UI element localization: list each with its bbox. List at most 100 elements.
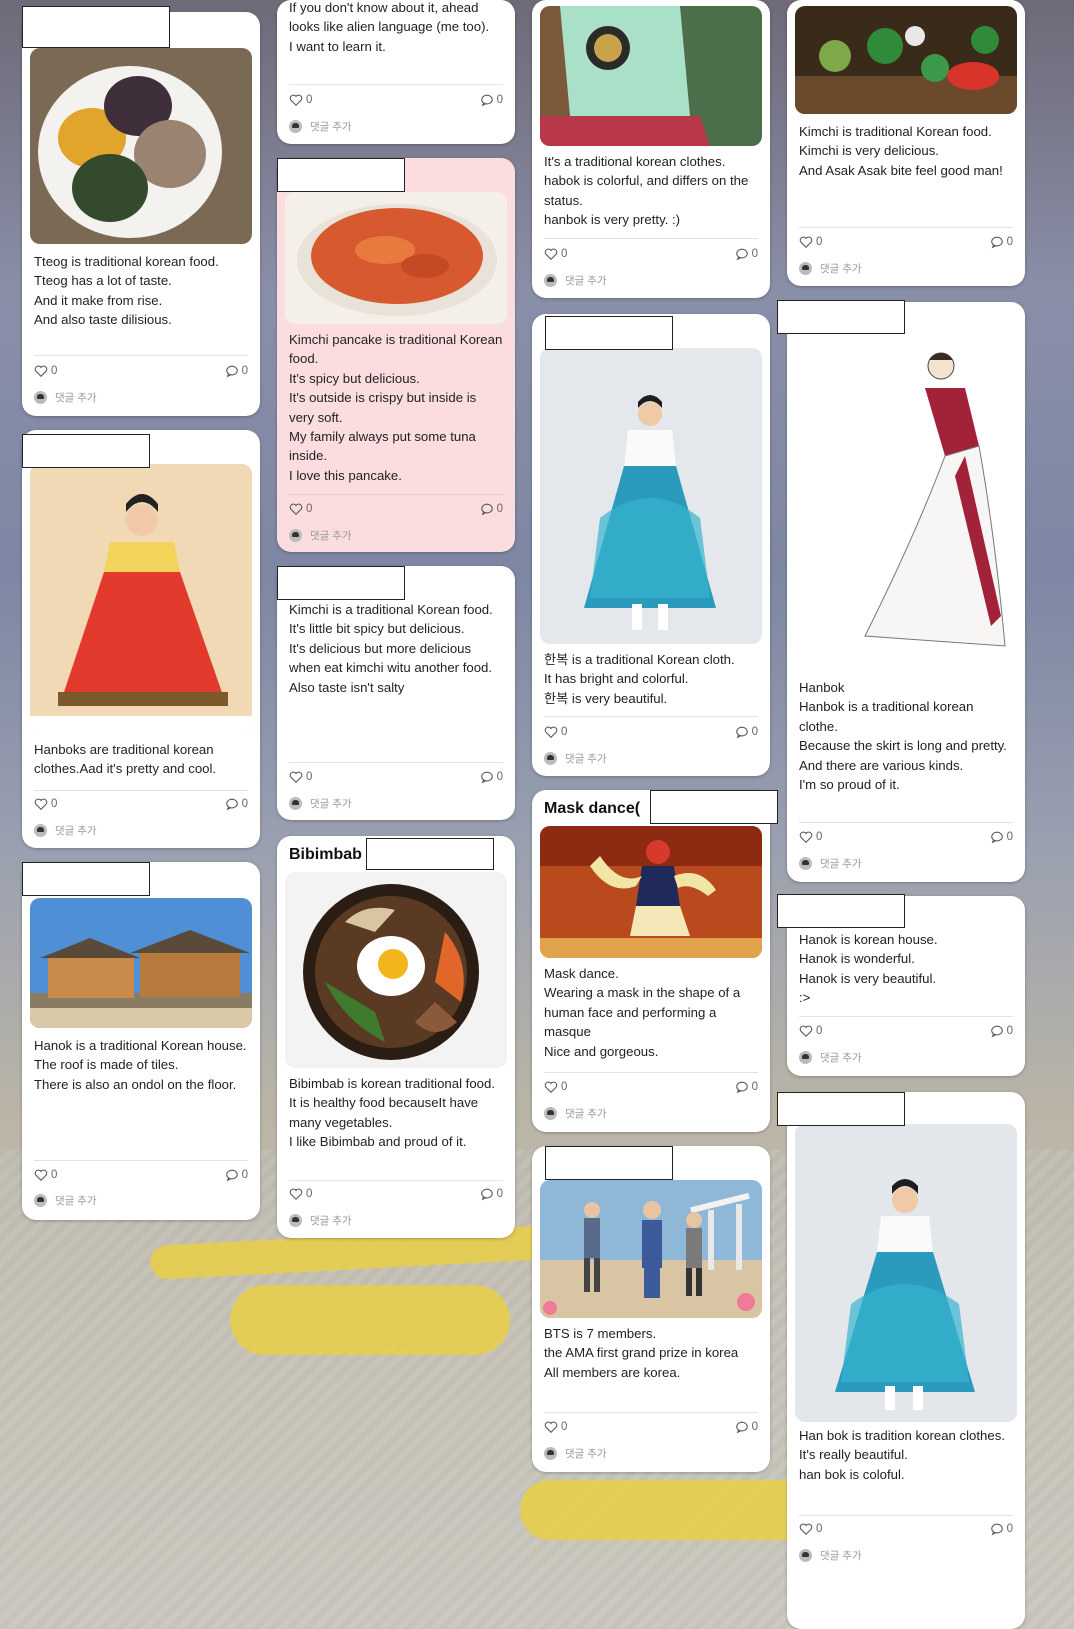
post-card[interactable]: Hanbok Hanbok is a traditional korean cl…: [787, 302, 1025, 882]
comment-count-button[interactable]: 0: [225, 1168, 248, 1182]
comment-count-button[interactable]: 0: [735, 1080, 758, 1094]
user-avatar-icon: [289, 1213, 302, 1227]
add-comment[interactable]: 댓글 추가: [289, 795, 352, 811]
redacted-author: [777, 1092, 905, 1126]
comment-count-button[interactable]: 0: [735, 247, 758, 261]
divider: [544, 238, 758, 239]
redacted-author: [22, 862, 150, 896]
like-button[interactable]: 0: [544, 247, 567, 261]
comment-count-button[interactable]: 0: [225, 364, 248, 378]
background-stripe: [230, 1285, 510, 1355]
post-card[interactable]: Hanboks are traditional korean clothes.A…: [22, 430, 260, 848]
post-card[interactable]: 한복 is a traditional Korean cloth. It has…: [532, 314, 770, 776]
like-count: 0: [51, 798, 58, 810]
user-avatar-icon: [289, 796, 302, 810]
like-button[interactable]: 0: [544, 1420, 567, 1434]
comment-bubble-icon: [225, 1169, 238, 1182]
post-image: [30, 898, 252, 1028]
like-button[interactable]: 0: [289, 502, 312, 516]
post-actions: 0 0: [544, 1420, 758, 1438]
comment-count-button[interactable]: 0: [990, 1522, 1013, 1536]
add-comment[interactable]: 댓글 추가: [799, 260, 862, 276]
redacted-author: [22, 6, 170, 48]
like-button[interactable]: 0: [544, 1080, 567, 1094]
post-card[interactable]: Tteog is traditional korean food. Tteog …: [22, 12, 260, 416]
like-button[interactable]: 0: [799, 1522, 822, 1536]
comment-count-button[interactable]: 0: [480, 502, 503, 516]
post-image: [540, 1180, 762, 1318]
divider: [289, 84, 503, 85]
post-card[interactable]: BTS is 7 members. the AMA first grand pr…: [532, 1146, 770, 1472]
add-comment[interactable]: 댓글 추가: [799, 1049, 862, 1065]
comment-count-button[interactable]: 0: [480, 770, 503, 784]
like-button[interactable]: 0: [289, 93, 312, 107]
post-actions: 0 0: [544, 725, 758, 743]
post-text: Kimchi is a traditional Korean food. It'…: [289, 602, 493, 695]
post-card[interactable]: Hanok is a traditional Korean house. The…: [22, 862, 260, 1220]
add-comment[interactable]: 댓글 추가: [544, 1105, 607, 1121]
post-card[interactable]: Kimchi is a traditional Korean food. It'…: [277, 566, 515, 820]
post-card[interactable]: Mask dance( Mask dance. Wearing a mask i…: [532, 790, 770, 1132]
add-comment[interactable]: 댓글 추가: [799, 855, 862, 871]
post-card[interactable]: Bibimbab Bibimbab is korean traditional …: [277, 836, 515, 1238]
comment-count-button[interactable]: 0: [990, 830, 1013, 844]
post-card[interactable]: Kimchi pancake is traditional Korean foo…: [277, 158, 515, 552]
add-comment-label: 댓글 추가: [55, 1194, 97, 1207]
comment-count-button[interactable]: 0: [480, 93, 503, 107]
like-count: 0: [561, 726, 568, 738]
like-button[interactable]: 0: [289, 1187, 312, 1201]
redacted-author: [650, 790, 778, 824]
heart-icon: [34, 365, 48, 377]
like-button[interactable]: 0: [799, 830, 822, 844]
heart-icon: [799, 236, 813, 248]
like-count: 0: [306, 94, 313, 106]
add-comment[interactable]: 댓글 추가: [34, 1192, 97, 1208]
comment-count-button[interactable]: 0: [990, 1024, 1013, 1038]
add-comment[interactable]: 댓글 추가: [544, 750, 607, 766]
like-button[interactable]: 0: [34, 797, 57, 811]
add-comment[interactable]: 댓글 추가: [289, 1212, 352, 1228]
comment-count-button[interactable]: 0: [735, 725, 758, 739]
like-button[interactable]: 0: [34, 1168, 57, 1182]
like-button[interactable]: 0: [34, 364, 57, 378]
post-actions: 0 0: [799, 235, 1013, 253]
user-avatar-icon: [289, 119, 302, 133]
comment-count-button[interactable]: 0: [990, 235, 1013, 249]
like-button[interactable]: 0: [799, 1024, 822, 1038]
post-text: Han bok is tradition korean clothes. It'…: [799, 1428, 1005, 1482]
comment-count-button[interactable]: 0: [480, 1187, 503, 1201]
post-text: Bibimbab is korean traditional food. It …: [289, 1076, 495, 1150]
add-comment[interactable]: 댓글 추가: [34, 822, 97, 838]
post-card[interactable]: It's a traditional korean clothes. habok…: [532, 0, 770, 298]
post-text: Hanok is korean house. Hanok is wonderfu…: [799, 932, 938, 1006]
add-comment-label: 댓글 추가: [310, 120, 352, 133]
like-count: 0: [561, 1421, 568, 1433]
add-comment-label: 댓글 추가: [565, 274, 607, 287]
add-comment[interactable]: 댓글 추가: [544, 272, 607, 288]
comment-count-button[interactable]: 0: [225, 797, 248, 811]
comment-count: 0: [496, 94, 503, 106]
divider: [799, 227, 1013, 228]
post-card[interactable]: Han bok is tradition korean clothes. It'…: [787, 1092, 1025, 1629]
add-comment[interactable]: 댓글 추가: [34, 389, 97, 405]
post-actions: 0 0: [799, 1522, 1013, 1540]
comment-count: 0: [241, 1169, 248, 1181]
post-text: If you don't know about it, ahead looks …: [289, 0, 490, 54]
post-card[interactable]: If you don't know about it, ahead looks …: [277, 0, 515, 144]
like-button[interactable]: 0: [289, 770, 312, 784]
comment-bubble-icon: [735, 726, 748, 739]
post-card[interactable]: Kimchi is traditional Korean food. Kimch…: [787, 0, 1025, 286]
post-actions: 0 0: [544, 1080, 758, 1098]
like-count: 0: [816, 236, 823, 248]
like-button[interactable]: 0: [544, 725, 567, 739]
add-comment[interactable]: 댓글 추가: [289, 118, 352, 134]
like-button[interactable]: 0: [799, 235, 822, 249]
comment-bubble-icon: [735, 248, 748, 261]
comment-count-button[interactable]: 0: [735, 1420, 758, 1434]
comment-count: 0: [241, 798, 248, 810]
add-comment[interactable]: 댓글 추가: [544, 1445, 607, 1461]
add-comment[interactable]: 댓글 추가: [799, 1547, 862, 1563]
post-actions: 0 0: [34, 797, 248, 815]
add-comment[interactable]: 댓글 추가: [289, 527, 352, 543]
user-avatar-icon: [799, 856, 812, 870]
